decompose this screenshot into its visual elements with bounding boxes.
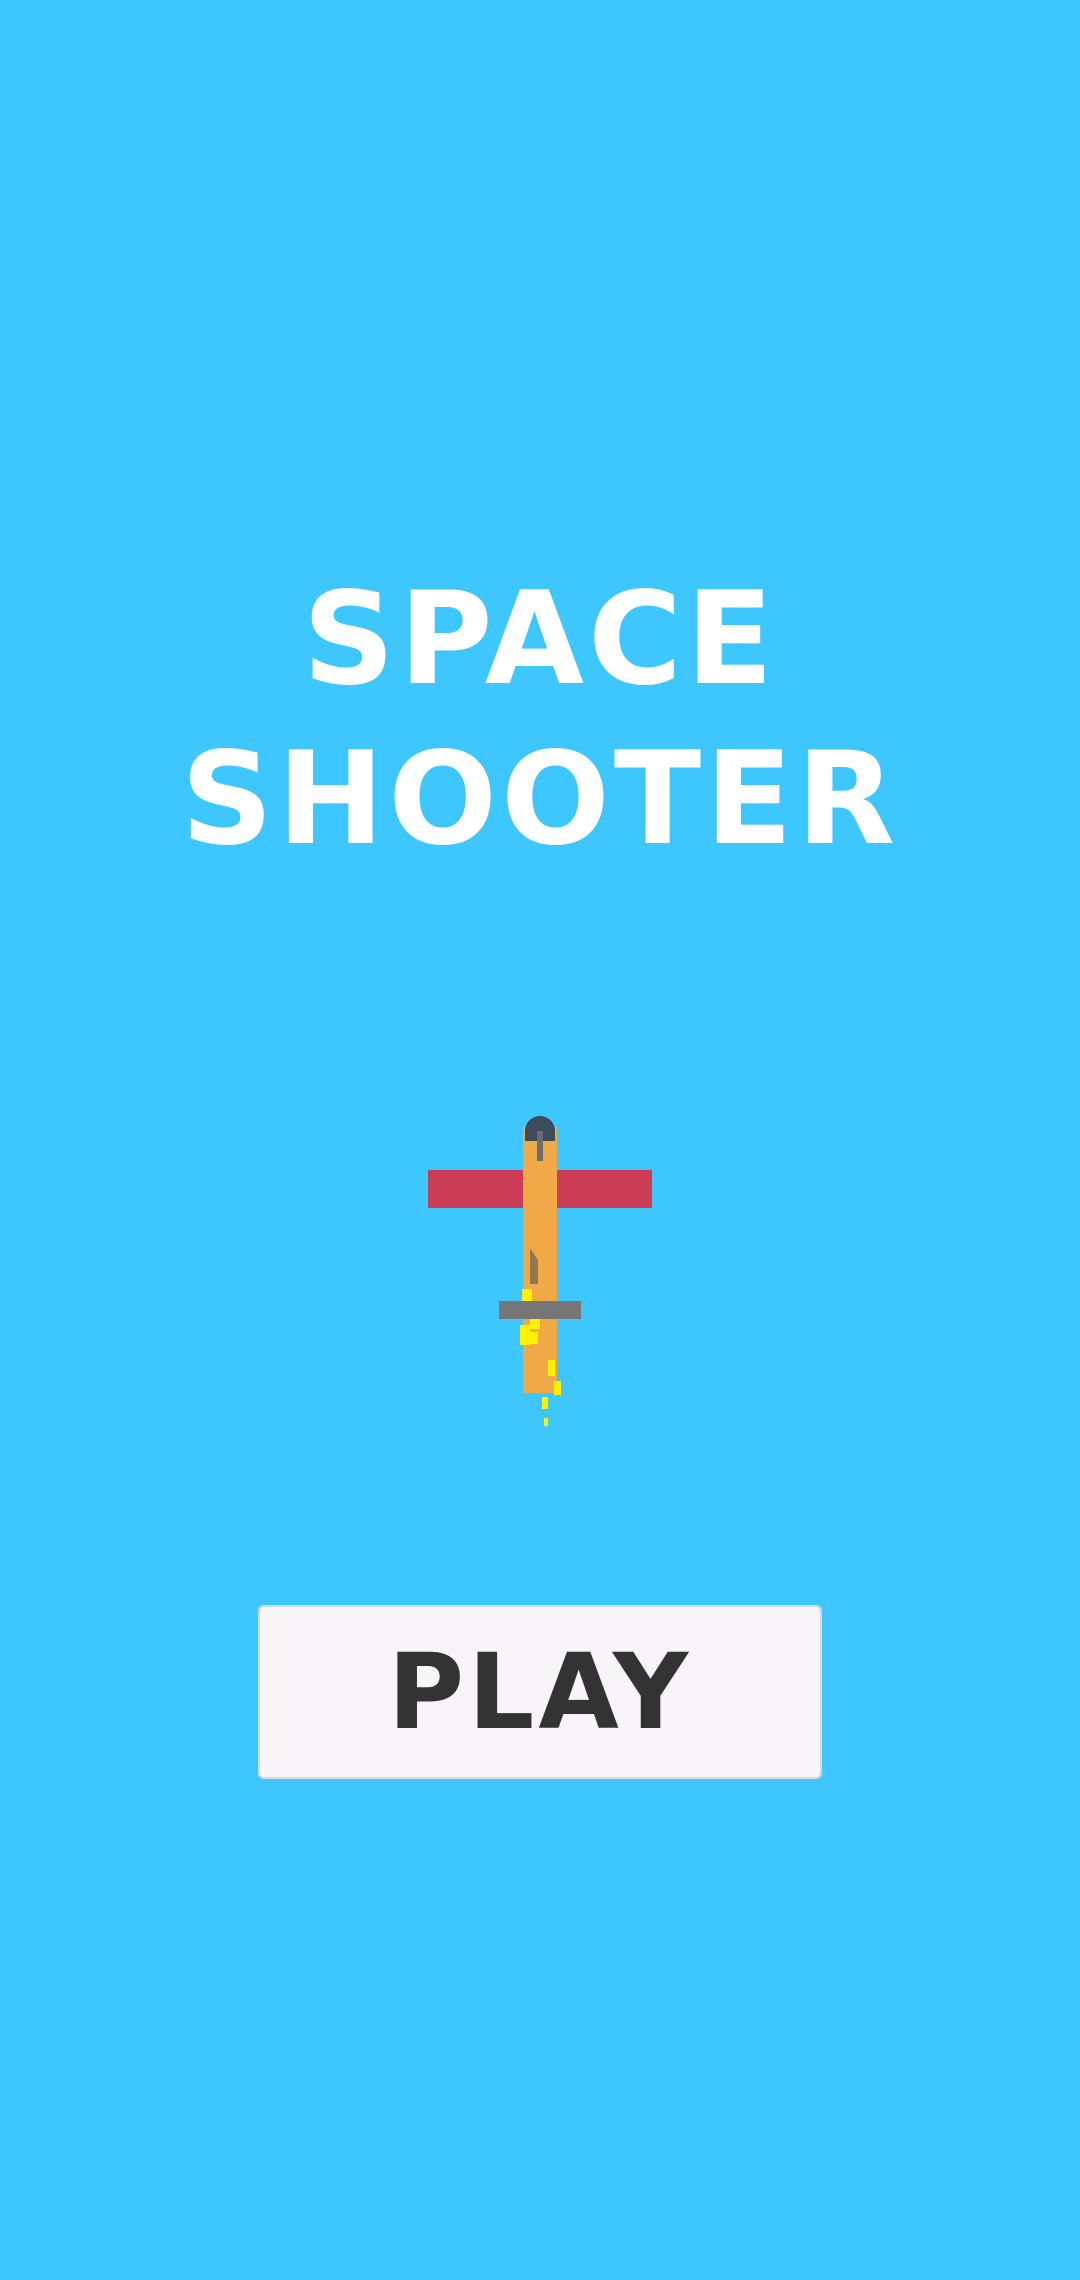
title-line-space: SPACE <box>302 565 778 714</box>
plane-body <box>523 1127 557 1393</box>
game-title: SPACE SHOOTER <box>0 560 1080 880</box>
play-button-label: PLAY <box>387 1631 693 1753</box>
title-line-shooter: SHOOTER <box>180 725 900 874</box>
airplane-icon <box>428 1116 652 1426</box>
play-button[interactable]: PLAY <box>258 1605 822 1779</box>
plane-tail <box>499 1301 581 1319</box>
